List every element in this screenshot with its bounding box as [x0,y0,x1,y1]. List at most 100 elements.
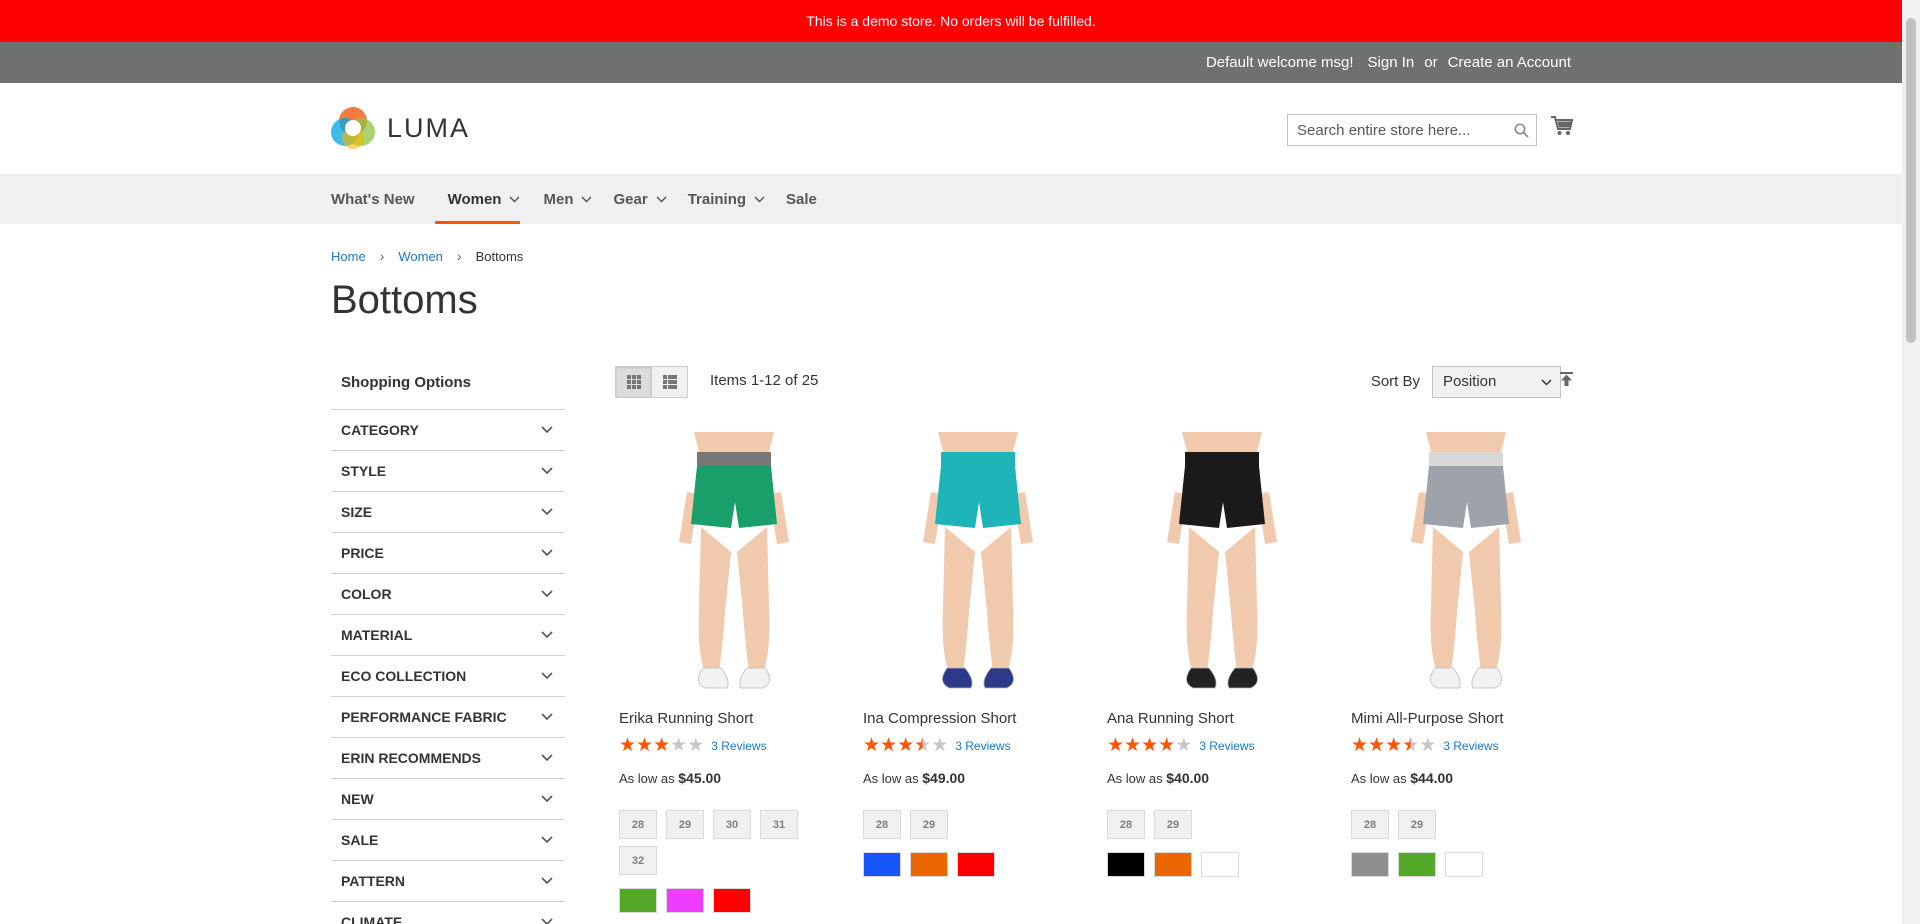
grid-icon [626,375,641,389]
size-option[interactable]: 28 [1107,810,1145,839]
filter-new[interactable]: NEW [331,779,565,820]
color-swatch[interactable] [619,888,657,913]
size-option[interactable]: 29 [1398,810,1436,839]
search-box [1287,114,1537,146]
color-swatch[interactable] [1154,852,1192,877]
filter-label: PERFORMANCE FABRIC [341,709,507,725]
size-option[interactable]: 31 [760,810,798,839]
product-image[interactable] [1107,432,1337,697]
filter-pattern[interactable]: PATTERN [331,861,565,902]
product-rating: ★ ★ ★ ★ ★ 3 Reviews [1351,736,1581,755]
product-name[interactable]: Ina Compression Short [863,710,1093,727]
size-option[interactable]: 29 [1154,810,1192,839]
reviews-link[interactable]: 3 Reviews [955,739,1010,753]
chevron-down-icon [541,795,553,803]
rating-stars: ★ ★ ★ ★ ★ [1351,736,1436,755]
nav-item-label: Gear [613,190,648,208]
color-swatch[interactable] [910,852,948,877]
chevron-down-icon [1541,379,1552,386]
filter-style[interactable]: STYLE [331,451,565,492]
chevron-down-icon [541,754,553,762]
sort-direction-icon[interactable] [1560,372,1573,392]
cart-icon[interactable] [1550,115,1574,142]
product-rating: ★ ★ ★ ★ ★ 3 Reviews [1107,735,1337,756]
nav-item-whats-new[interactable]: What's New [331,174,448,224]
nav-item-sale[interactable]: Sale [786,174,817,224]
color-swatch[interactable] [1398,852,1436,877]
filter-label: SALE [341,832,379,848]
size-option[interactable]: 30 [713,810,751,839]
search-icon[interactable] [1514,123,1529,143]
filter-erin-recommends[interactable]: ERIN RECOMMENDS [331,738,565,779]
nav-item-training[interactable]: Training [688,174,765,224]
color-swatch[interactable] [1107,852,1145,877]
star-icon: ★ [1124,735,1142,756]
filter-size[interactable]: SIZE [331,492,565,533]
color-swatch[interactable] [713,888,751,913]
product-name[interactable]: Mimi All-Purpose Short [1351,710,1581,727]
size-options: 28 29 [1107,810,1307,839]
header-panel: Default welcome msg! Sign In or Create a… [0,42,1902,83]
color-options [863,852,1093,877]
breadcrumb-separator-icon: › [379,248,385,264]
filter-color[interactable]: COLOR [331,574,565,615]
chevron-down-icon [541,590,553,598]
breadcrumb: Home › Women › Bottoms [331,248,523,264]
filter-label: NEW [341,791,374,807]
color-swatch[interactable] [1351,852,1389,877]
size-option[interactable]: 32 [619,846,657,875]
filter-price[interactable]: PRICE [331,533,565,574]
scrollbar-thumb[interactable] [1906,18,1916,343]
size-option[interactable]: 28 [863,810,901,839]
product-image[interactable] [863,432,1093,697]
search-input[interactable] [1288,115,1503,145]
color-options [619,888,849,913]
price-value: $44.00 [1410,770,1454,786]
star-icon: ★ [619,735,637,756]
sign-in-link[interactable]: Sign In [1368,54,1415,71]
size-option[interactable]: 28 [1351,810,1389,839]
page-scrollbar[interactable] [1902,0,1920,924]
nav-item-label: Women [447,190,502,208]
chevron-down-icon [541,549,553,557]
chevron-down-icon [541,836,553,844]
size-option[interactable]: 29 [910,810,948,839]
grid-view-button[interactable] [615,366,652,398]
nav-item-women[interactable]: Women [434,174,521,224]
logo[interactable]: LUMA [331,106,470,150]
filter-material[interactable]: MATERIAL [331,615,565,656]
chevron-down-icon [541,713,553,721]
reviews-link[interactable]: 3 Reviews [711,739,766,753]
product-image[interactable] [1351,432,1581,697]
product-name[interactable]: Ana Running Short [1107,710,1337,727]
color-swatch[interactable] [863,852,901,877]
filter-eco-collection[interactable]: ECO COLLECTION [331,656,565,697]
reviews-link[interactable]: 3 Reviews [1199,739,1254,753]
reviews-link[interactable]: 3 Reviews [1443,739,1498,753]
product-card: Ina Compression Short ★ ★ ★ ★ ★ 3 Reviews As lo… [863,432,1093,877]
filter-climate[interactable]: CLIMATE [331,902,565,924]
star-icon: ★ [1107,735,1125,756]
product-price: As low as $40.00 [1107,770,1337,786]
sort-by-select[interactable]: Position [1432,366,1561,398]
breadcrumb-home[interactable]: Home [331,249,366,264]
size-option[interactable]: 29 [666,810,704,839]
nav-item-men[interactable]: Men [543,174,593,224]
main-navigation: What's New Women Men Gear Training Sale [0,174,1902,224]
size-option[interactable]: 28 [619,810,657,839]
list-view-button[interactable] [651,366,688,398]
product-name[interactable]: Erika Running Short [619,710,849,727]
color-swatch[interactable] [957,852,995,877]
color-swatch[interactable] [1445,852,1483,877]
color-swatch[interactable] [666,888,704,913]
star-icon: ★ [897,735,915,756]
filter-performance-fabric[interactable]: PERFORMANCE FABRIC [331,697,565,738]
filter-category[interactable]: CATEGORY [331,410,565,451]
breadcrumb-women[interactable]: Women [398,249,443,264]
page-title: Bottoms [331,278,478,322]
create-account-link[interactable]: Create an Account [1448,54,1571,71]
nav-item-gear[interactable]: Gear [613,174,667,224]
product-image[interactable] [619,432,849,697]
filter-sale[interactable]: SALE [331,820,565,861]
color-swatch[interactable] [1201,852,1239,877]
